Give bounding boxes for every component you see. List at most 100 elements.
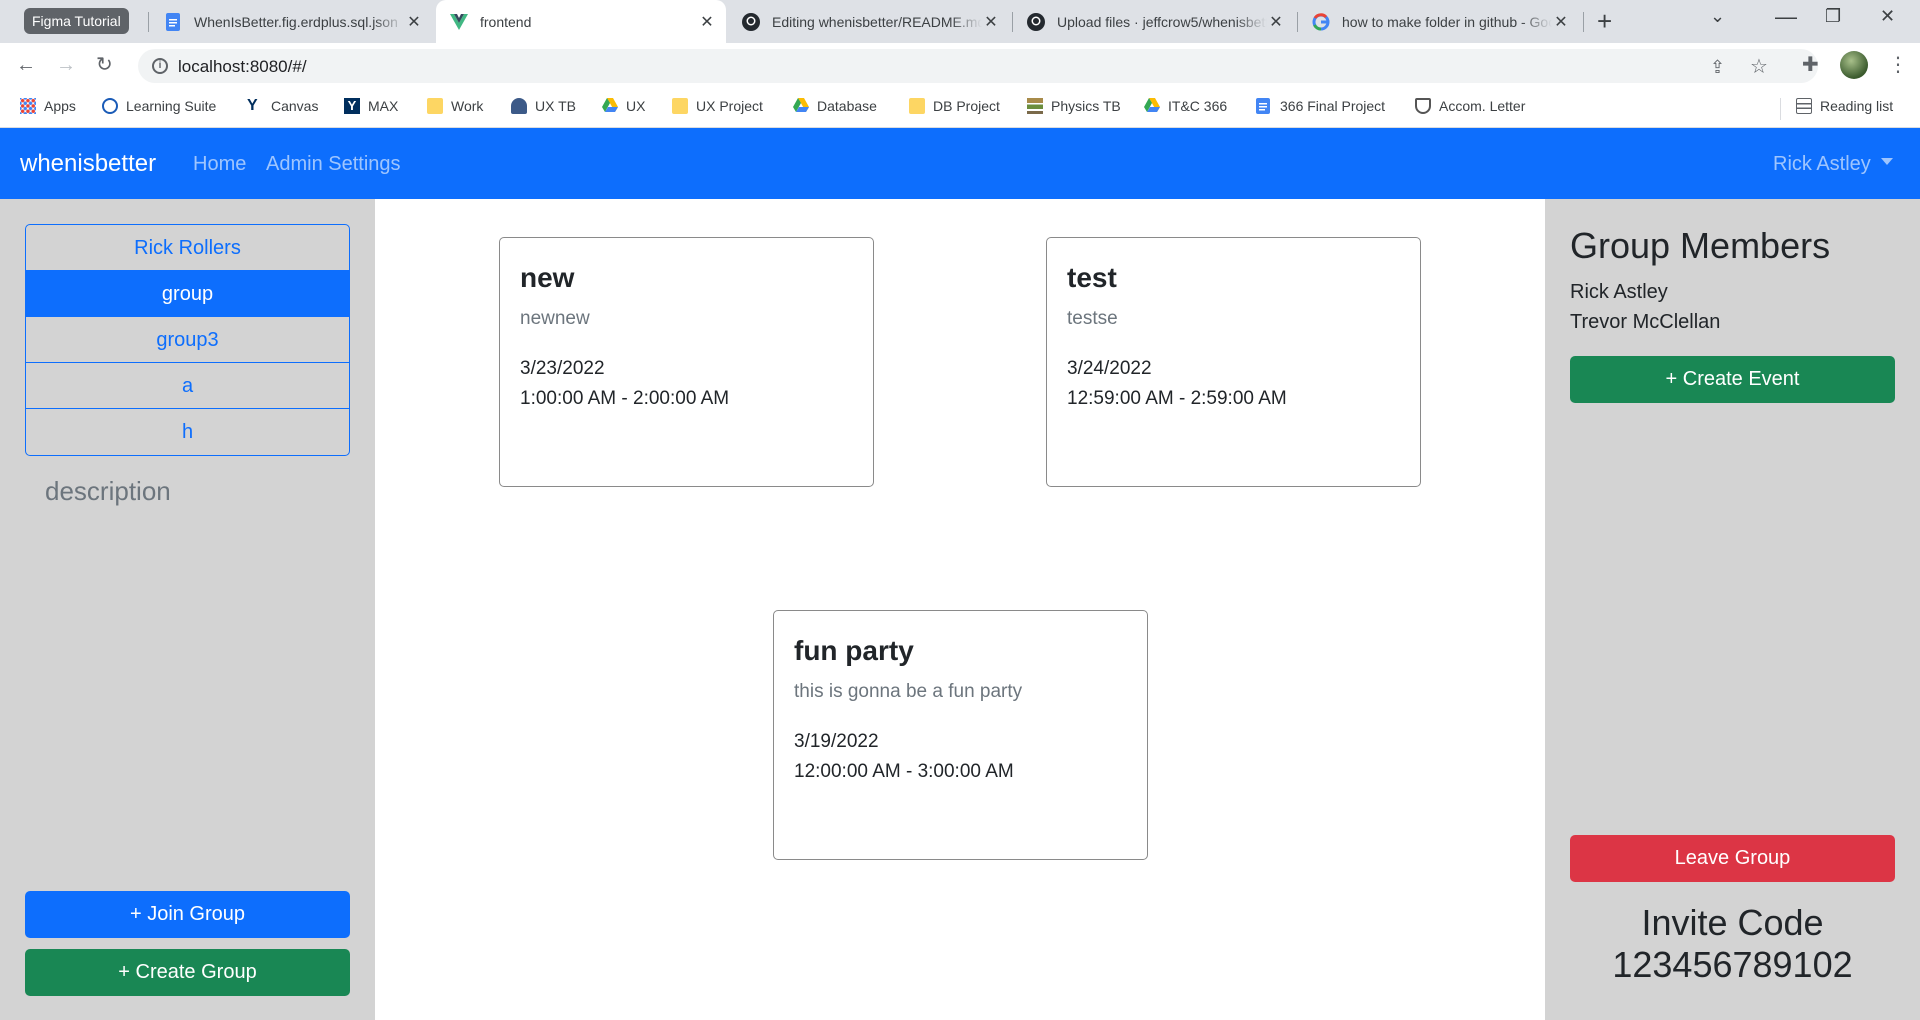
tab-search-icon[interactable]: ⌄ <box>1710 6 1725 27</box>
bookmark-label: Work <box>451 98 484 114</box>
event-date: 3/24/2022 <box>1067 358 1152 379</box>
back-icon[interactable]: ← <box>16 53 36 77</box>
bookmarks-bar: Apps Learning Suite Y Canvas Y MAX Work … <box>0 88 1920 128</box>
close-icon[interactable]: ✕ <box>405 12 423 32</box>
address-bar[interactable]: i localhost:8080/#/ ⇪ ☆ <box>138 49 1818 83</box>
google-icon <box>1312 12 1330 31</box>
bookmark-label: Canvas <box>271 98 319 114</box>
learning-suite-icon <box>102 98 118 114</box>
event-time: 1:00:00 AM - 2:00:00 AM <box>520 388 730 409</box>
restore-icon[interactable]: ❐ <box>1825 6 1841 27</box>
vue-icon <box>450 13 468 31</box>
bookmark-label: 366 Final Project <box>1280 98 1386 114</box>
group-item-active[interactable]: group <box>26 271 349 317</box>
forward-icon[interactable]: → <box>56 53 76 77</box>
browser-menu-icon[interactable]: ⋮ <box>1888 51 1908 79</box>
user-dropdown[interactable]: Rick Astley <box>1773 153 1893 176</box>
bookmarks-divider <box>1780 98 1781 120</box>
create-event-button[interactable]: + Create Event <box>1570 356 1895 403</box>
bookmark-canvas[interactable]: Y Canvas <box>247 98 319 115</box>
create-group-button[interactable]: + Create Group <box>25 949 350 996</box>
groups-sidebar: Rick Rollers group group3 a h descriptio… <box>0 199 375 1020</box>
bookmark-database[interactable]: Database <box>793 98 877 114</box>
leave-group-button[interactable]: Leave Group <box>1570 835 1895 882</box>
bookmark-apps[interactable]: Apps <box>20 98 76 114</box>
bookmark-label: UX TB <box>535 98 576 114</box>
tab-group-chip[interactable]: Figma Tutorial <box>24 8 129 34</box>
nav-admin-settings-link[interactable]: Admin Settings <box>266 153 401 176</box>
browser-tab[interactable]: Upload files · jeffcrow5/whenisbetter ✕ <box>1013 0 1295 43</box>
extensions-icon[interactable]: ✚ <box>1802 52 1819 77</box>
member-name: Trevor McClellan <box>1570 311 1721 333</box>
bookmark-itc-366[interactable]: IT&C 366 <box>1144 98 1227 114</box>
events-area: new newnew 3/23/2022 1:00:00 AM - 2:00:0… <box>375 199 1545 1020</box>
event-card[interactable]: new newnew 3/23/2022 1:00:00 AM - 2:00:0… <box>499 237 874 487</box>
tab-title: how to make folder in github - Google Se… <box>1342 13 1552 30</box>
site-info-icon[interactable]: i <box>152 58 168 74</box>
event-subtitle: newnew <box>520 308 590 329</box>
close-icon[interactable]: ✕ <box>1267 12 1285 32</box>
bookmark-label: IT&C 366 <box>1168 98 1228 114</box>
bookmark-star-icon[interactable]: ☆ <box>1750 54 1768 79</box>
bookmark-ux-tb[interactable]: UX TB <box>511 98 576 114</box>
app-brand[interactable]: whenisbetter <box>20 150 156 178</box>
bookmark-label: Learning Suite <box>126 98 217 114</box>
member-name: Rick Astley <box>1570 281 1668 303</box>
bookmark-accom-letter[interactable]: Accom. Letter <box>1415 98 1525 114</box>
bookmark-label: UX Project <box>696 98 763 114</box>
bookmark-label: Physics TB <box>1051 98 1121 114</box>
browser-tab[interactable]: Editing whenisbetter/README.md ✕ <box>728 0 1010 43</box>
event-subtitle: this is gonna be a fun party <box>794 681 1023 702</box>
bookmark-physics-tb[interactable]: Physics TB <box>1027 98 1121 114</box>
event-card[interactable]: test testse 3/24/2022 12:59:00 AM - 2:59… <box>1046 237 1421 487</box>
group-list: Rick Rollers group group3 a h <box>25 224 350 456</box>
profile-avatar[interactable] <box>1840 51 1868 79</box>
browser-tab[interactable]: WhenIsBetter.fig.erdplus.sql.json ✕ <box>150 0 433 43</box>
share-icon[interactable]: ⇪ <box>1710 57 1725 78</box>
event-title: test <box>1067 262 1117 293</box>
minimize-icon[interactable]: — <box>1775 4 1797 30</box>
reading-list[interactable]: Reading list <box>1796 98 1893 114</box>
close-icon[interactable]: ✕ <box>698 12 716 32</box>
group-description: description <box>45 476 171 506</box>
folder-icon <box>511 98 527 114</box>
event-date: 3/19/2022 <box>794 731 879 752</box>
close-icon[interactable]: ✕ <box>1552 12 1570 32</box>
bookmark-work[interactable]: Work <box>427 98 483 114</box>
group-item[interactable]: h <box>26 409 349 455</box>
browser-tab-strip: Figma Tutorial WhenIsBetter.fig.erdplus.… <box>0 0 1920 43</box>
new-tab-icon[interactable]: + <box>1597 6 1612 36</box>
books-icon <box>1027 98 1043 114</box>
join-group-button[interactable]: + Join Group <box>25 891 350 938</box>
bookmark-366-final-project[interactable]: 366 Final Project <box>1256 98 1385 114</box>
bookmark-ux-project[interactable]: UX Project <box>672 98 763 114</box>
tab-title: Editing whenisbetter/README.md <box>772 13 982 30</box>
reading-list-icon <box>1796 98 1812 114</box>
invite-code-label: Invite Code <box>1641 902 1824 943</box>
reload-icon[interactable]: ↻ <box>96 53 113 77</box>
group-item[interactable]: a <box>26 363 349 409</box>
group-members-panel: Group Members Rick Astley Trevor McClell… <box>1545 199 1920 1020</box>
event-time: 12:00:00 AM - 3:00:00 AM <box>794 761 1014 782</box>
bookmark-learning-suite[interactable]: Learning Suite <box>102 98 216 114</box>
event-title: new <box>520 262 575 293</box>
address-url[interactable]: localhost:8080/#/ <box>178 57 307 77</box>
close-icon[interactable]: ✕ <box>982 12 1000 32</box>
event-time: 12:59:00 AM - 2:59:00 AM <box>1067 388 1287 409</box>
group-item[interactable]: group3 <box>26 317 349 363</box>
browser-tab[interactable]: how to make folder in github - Google Se… <box>1298 0 1580 43</box>
byu-icon <box>1415 98 1431 114</box>
nav-home-link[interactable]: Home <box>193 153 246 176</box>
tab-separator <box>148 12 149 32</box>
folder-icon <box>909 98 925 114</box>
event-subtitle: testse <box>1067 308 1118 329</box>
bookmark-db-project[interactable]: DB Project <box>909 98 1000 114</box>
user-name: Rick Astley <box>1773 153 1871 175</box>
browser-tab-active[interactable]: frontend ✕ <box>436 0 726 43</box>
close-window-icon[interactable]: ✕ <box>1880 6 1895 27</box>
bookmark-max[interactable]: Y MAX <box>344 98 398 114</box>
event-card[interactable]: fun party this is gonna be a fun party 3… <box>773 610 1148 860</box>
group-item[interactable]: Rick Rollers <box>26 225 349 271</box>
byu-y-icon: Y <box>344 98 360 114</box>
bookmark-ux[interactable]: UX <box>602 98 645 114</box>
